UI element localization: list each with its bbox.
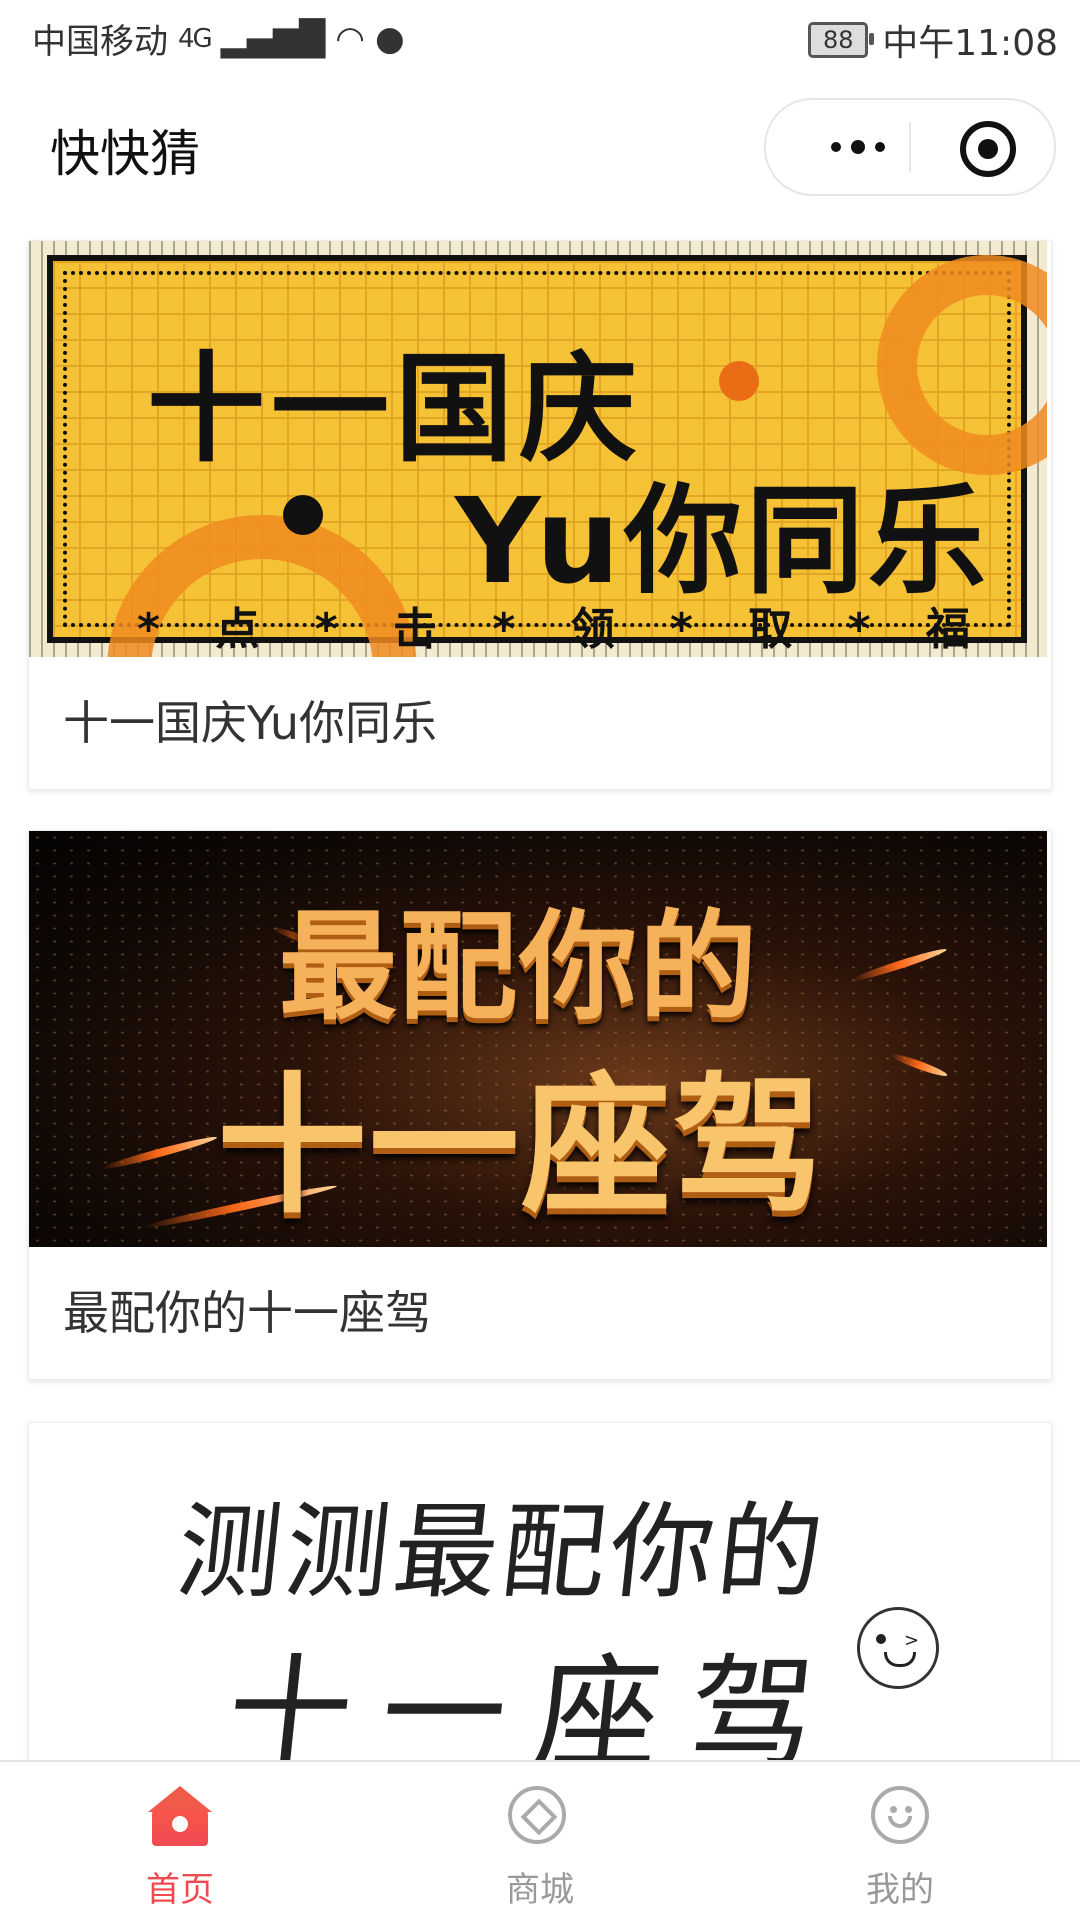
wifi-icon: ◠ <box>335 18 365 59</box>
dot-icon <box>831 142 841 152</box>
wink-emoji-icon: > <box>857 1607 939 1689</box>
tab-label: 我的 <box>866 1870 934 1910</box>
status-bar: 中国移动 4G ▂▄▆█ ◠ ● 88 中午11:08 <box>0 0 1080 74</box>
banner-headline: 最配你的 <box>279 898 760 1036</box>
tab-label: 首页 <box>146 1870 214 1910</box>
tab-mall[interactable]: 商城 <box>360 1762 720 1922</box>
banner-subheadline: 十一座驾 <box>217 1060 826 1234</box>
capsule-divider <box>909 122 911 172</box>
dot-icon <box>875 142 885 152</box>
home-icon <box>148 1786 212 1848</box>
mall-icon <box>508 1786 566 1844</box>
miniprogram-capsule <box>764 98 1056 196</box>
page-title: 快快猜 <box>50 125 200 183</box>
navigation-bar: 快快猜 <box>0 74 1080 224</box>
tab-profile[interactable]: 我的 <box>720 1762 1080 1922</box>
network-type: 4G <box>178 23 213 54</box>
status-right: 88 中午11:08 <box>808 14 1058 66</box>
activity-card-car-match[interactable]: 最配你的 十一座驾 最配你的十一座驾 <box>28 830 1052 1380</box>
card-caption: 最配你的十一座驾 <box>63 1286 431 1340</box>
battery-level: 88 <box>822 26 854 54</box>
decorative-dot <box>283 495 323 535</box>
more-menu-button[interactable] <box>808 100 908 194</box>
profile-icon <box>871 1786 929 1844</box>
clock: 中午11:08 <box>882 23 1058 64</box>
card-banner-image[interactable]: 最配你的 十一座驾 <box>29 831 1047 1247</box>
decorative-dot <box>719 361 759 401</box>
decorative-ring <box>877 255 1047 475</box>
banner-headline: 测测最配你的 <box>171 1491 833 1613</box>
banner-subheadline: 十一座驾 <box>220 1643 852 1763</box>
banner-call-to-action: * 点 * 击 * 领 * 取 * 福 * 利 * <box>137 604 980 655</box>
activity-card-national-day[interactable]: 十一国庆 Yu你同乐 * 点 * 击 * 领 * 取 * 福 * 利 * 十一国… <box>28 240 1052 790</box>
banner-dotted-frame: 十一国庆 Yu你同乐 * 点 * 击 * 领 * 取 * 福 * 利 * <box>63 255 1047 657</box>
card-banner-image[interactable]: 测测最配你的 十一座驾 > <box>29 1423 1047 1763</box>
status-left: 中国移动 4G ▂▄▆█ ◠ ● <box>32 14 405 63</box>
tab-home[interactable]: 首页 <box>0 1762 360 1922</box>
card-caption: 十一国庆Yu你同乐 <box>63 696 437 750</box>
bottom-tab-bar: 首页 商城 我的 <box>0 1760 1080 1922</box>
carrier-name: 中国移动 <box>32 22 168 62</box>
wechat-icon: ● <box>374 18 405 59</box>
banner-subheadline: Yu你同乐 <box>455 472 990 610</box>
tab-label: 商城 <box>506 1870 574 1910</box>
dot-icon <box>851 140 865 154</box>
close-miniprogram-button[interactable] <box>960 121 1016 177</box>
battery-icon: 88 <box>808 22 875 58</box>
card-banner-image[interactable]: 十一国庆 Yu你同乐 * 点 * 击 * 领 * 取 * 福 * 利 * <box>29 241 1047 657</box>
signal-icon: ▂▄▆█ <box>220 18 326 59</box>
